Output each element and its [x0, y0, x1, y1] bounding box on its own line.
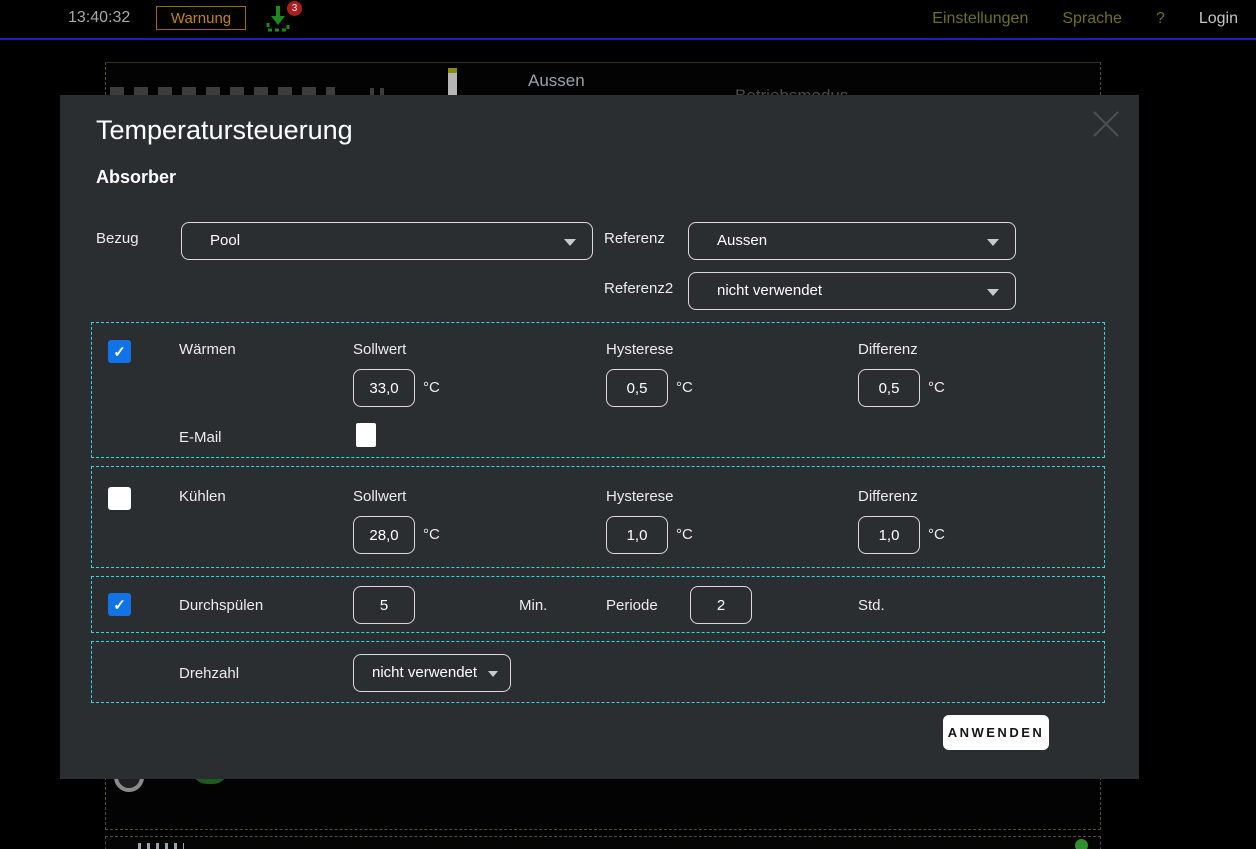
background-status-dot [1075, 839, 1088, 849]
cool-hysterese-input[interactable] [606, 516, 668, 554]
cool-checkbox[interactable] [108, 487, 131, 510]
dialog-subtitle: Absorber [96, 167, 176, 188]
cool-hysterese-label: Hysterese [606, 488, 674, 505]
speed-label: Drehzahl [179, 665, 239, 682]
background-mode-fragment: Betriebsmodus [735, 87, 875, 95]
top-nav: Einstellungen Sprache ? Login [932, 0, 1238, 38]
heat-hysterese-input[interactable] [606, 369, 668, 407]
heat-section: Wärmen Sollwert °C Hysterese °C Differen… [91, 322, 1105, 458]
periode-unit: Std. [858, 597, 885, 614]
email-checkbox[interactable] [356, 423, 376, 447]
cool-label: Kühlen [179, 488, 226, 505]
background-panel-lower [105, 836, 1101, 849]
flush-section: Durchspülen Min. Periode Std. [91, 576, 1105, 633]
cool-differenz-label: Differenz [858, 488, 918, 505]
background-text-fragment [370, 88, 386, 95]
cool-differenz-unit: °C [928, 526, 945, 543]
flush-checkbox[interactable] [108, 593, 131, 616]
apply-button[interactable]: ANWENDEN [943, 715, 1049, 750]
cool-sollwert-label: Sollwert [353, 488, 406, 505]
flush-label: Durchspülen [179, 597, 263, 614]
speed-value: nicht verwendet [372, 664, 477, 681]
top-bar: 13:40:32 Warnung 3 Einstellungen Sprache… [0, 0, 1256, 40]
chevron-down-icon [488, 671, 498, 677]
heat-sollwert-input[interactable] [353, 369, 415, 407]
heat-hysterese-label: Hysterese [606, 341, 674, 358]
heat-checkbox[interactable] [108, 340, 131, 363]
background-text-sliver [138, 843, 184, 849]
bezug-label: Bezug [96, 230, 139, 247]
warning-button[interactable]: Warnung [156, 6, 246, 30]
heat-differenz-unit: °C [928, 379, 945, 396]
heat-sollwert-label: Sollwert [353, 341, 406, 358]
temperature-control-dialog: Temperatursteuerung Absorber Bezug Pool … [60, 95, 1139, 779]
cool-differenz-input[interactable] [858, 516, 920, 554]
flush-duration-unit: Min. [519, 597, 547, 614]
heat-differenz-input[interactable] [858, 369, 920, 407]
flush-duration-input[interactable] [353, 586, 415, 624]
cool-sollwert-unit: °C [423, 526, 440, 543]
cool-sollwert-input[interactable] [353, 516, 415, 554]
background-sensor-label: Aussen [528, 71, 585, 91]
referenz-value: Aussen [717, 232, 767, 249]
settings-link[interactable]: Einstellungen [932, 10, 1028, 28]
heat-hysterese-unit: °C [676, 379, 693, 396]
speed-section: Drehzahl nicht verwendet [91, 641, 1105, 703]
cool-hysterese-unit: °C [676, 526, 693, 543]
email-label: E-Mail [179, 429, 222, 446]
referenz-select[interactable]: Aussen [688, 222, 1016, 260]
referenz2-label: Referenz2 [604, 280, 673, 297]
speed-select[interactable]: nicht verwendet [353, 654, 511, 692]
download-badge: 3 [287, 1, 302, 16]
language-link[interactable]: Sprache [1062, 10, 1122, 28]
clock: 13:40:32 [68, 9, 130, 27]
cool-section: Kühlen Sollwert °C Hysterese °C Differen… [91, 466, 1105, 568]
dialog-title: Temperatursteuerung [96, 115, 353, 146]
close-icon[interactable] [1089, 107, 1123, 141]
periode-label: Periode [606, 597, 658, 614]
referenz2-select[interactable]: nicht verwendet [688, 272, 1016, 310]
chevron-down-icon [987, 289, 999, 296]
referenz2-value: nicht verwendet [717, 282, 822, 299]
background-heading-fragment [110, 87, 335, 95]
periode-input[interactable] [690, 586, 752, 624]
login-link[interactable]: Login [1199, 10, 1238, 28]
bezug-value: Pool [210, 232, 240, 249]
chevron-down-icon [564, 239, 576, 246]
bezug-select[interactable]: Pool [181, 222, 593, 260]
download-button[interactable]: 3 [264, 3, 298, 37]
heat-sollwert-unit: °C [423, 379, 440, 396]
help-link[interactable]: ? [1156, 10, 1165, 28]
chevron-down-icon [987, 239, 999, 246]
referenz-label: Referenz [604, 230, 665, 247]
heat-differenz-label: Differenz [858, 341, 918, 358]
heat-label: Wärmen [179, 341, 236, 358]
